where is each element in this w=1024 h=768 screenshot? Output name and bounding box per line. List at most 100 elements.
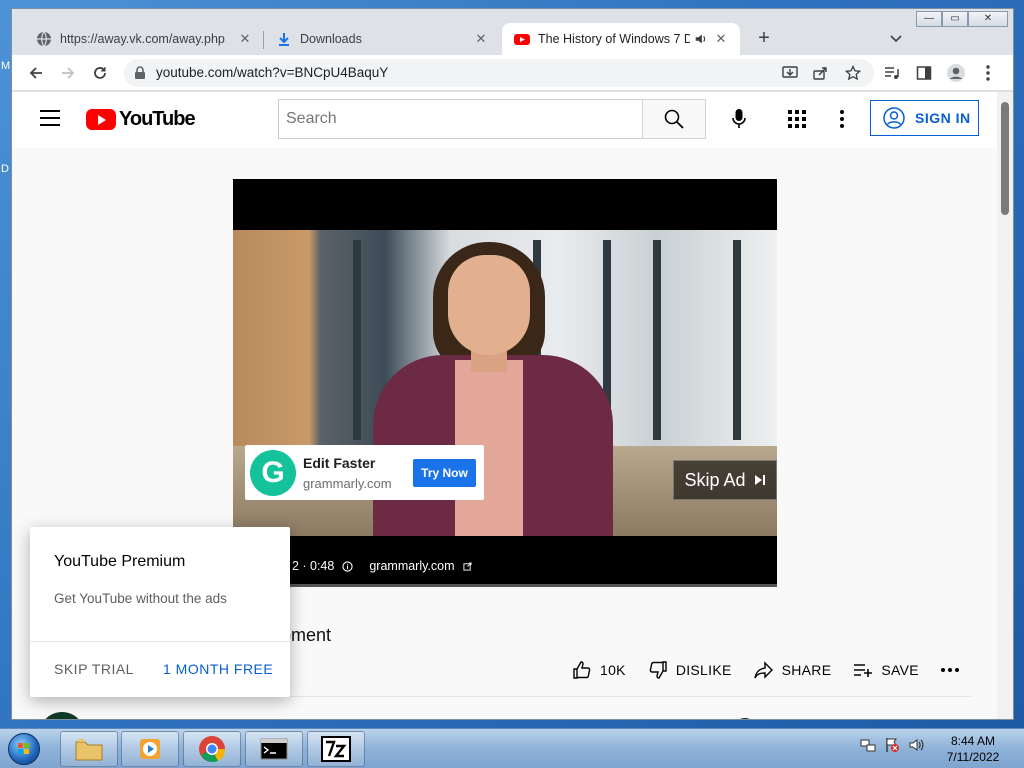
like-count: 10K <box>600 662 626 678</box>
video-player[interactable]: G Edit Faster grammarly.com Try Now Skip… <box>233 179 777 587</box>
close-window-button[interactable]: ✕ <box>968 11 1008 27</box>
volume-icon[interactable] <box>908 737 924 753</box>
tab-title: https://away.vk.com/away.php <box>60 32 225 46</box>
search-button[interactable] <box>642 99 706 139</box>
media-control-button[interactable] <box>880 61 904 85</box>
playlist-icon <box>885 67 899 79</box>
desktop-icon-label[interactable]: M <box>1 60 10 72</box>
share-button[interactable]: SHARE <box>753 660 832 680</box>
media-player-icon <box>140 739 160 759</box>
logo-text: YouTube <box>119 108 196 130</box>
desktop-icon-label[interactable]: D <box>1 163 9 175</box>
tab-youtube[interactable]: The History of Windows 7 Development ✕ <box>502 23 740 55</box>
side-panel-button[interactable] <box>912 61 936 85</box>
settings-menu-button[interactable] <box>830 104 854 134</box>
avatar-icon <box>947 64 965 82</box>
chevron-down-icon[interactable] <box>884 25 908 53</box>
taskbar-7zip[interactable] <box>307 731 365 767</box>
skip-next-icon <box>754 475 765 485</box>
page-scrollbar[interactable] <box>997 92 1013 719</box>
share-page-button[interactable] <box>808 61 832 85</box>
account-icon <box>883 107 905 129</box>
save-button[interactable]: SAVE <box>853 660 919 680</box>
maximize-button[interactable]: ▭ <box>942 11 968 27</box>
install-app-button[interactable] <box>778 61 802 85</box>
info-icon[interactable] <box>342 560 353 572</box>
like-button[interactable]: 10K <box>572 660 626 680</box>
share-label: SHARE <box>781 662 832 678</box>
more-actions-button[interactable] <box>940 668 959 672</box>
youtube-icon <box>86 109 116 130</box>
speaker-icon[interactable] <box>694 32 708 46</box>
reload-button[interactable] <box>88 61 112 85</box>
premium-text: Get YouTube without the ads <box>54 591 227 606</box>
lock-icon[interactable] <box>134 66 146 80</box>
network-icon[interactable] <box>860 737 876 753</box>
taskbar-media-player[interactable] <box>121 731 179 767</box>
menu-icon[interactable] <box>40 110 60 126</box>
search-input[interactable]: Search <box>278 99 643 139</box>
action-center-icon[interactable] <box>884 737 900 753</box>
channel-avatar[interactable] <box>39 712 85 719</box>
taskbar-cmd[interactable] <box>245 731 303 767</box>
close-icon[interactable]: ✕ <box>236 31 254 47</box>
reload-icon <box>94 67 106 79</box>
avatar[interactable] <box>732 718 758 719</box>
kebab-icon <box>986 65 990 81</box>
new-tab-button[interactable]: + <box>750 25 778 53</box>
taskbar-chrome[interactable] <box>183 731 241 767</box>
skip-ad-button[interactable]: Skip Ad <box>673 460 777 500</box>
voice-search-button[interactable] <box>722 102 756 136</box>
close-icon[interactable]: ✕ <box>472 31 490 47</box>
archive-icon <box>321 736 351 762</box>
system-clock[interactable]: 8:44 AM 7/11/2022 <box>940 733 1006 765</box>
share-icon <box>813 67 827 80</box>
scrollbar-thumb[interactable] <box>1001 102 1009 215</box>
sign-in-button[interactable]: SIGN IN <box>870 100 979 136</box>
profile-button[interactable] <box>944 61 968 85</box>
try-now-button[interactable]: Try Now <box>413 459 476 487</box>
ad-title: Edit Faster <box>303 455 376 471</box>
address-bar[interactable]: youtube.com/watch?v=BNCpU4BaquY <box>124 59 874 87</box>
start-button[interactable] <box>4 731 44 767</box>
ad-link[interactable]: grammarly.com <box>369 559 454 573</box>
forward-button[interactable] <box>56 61 80 85</box>
tab-title: Downloads <box>300 32 362 46</box>
youtube-icon <box>514 34 530 45</box>
install-icon <box>782 66 798 78</box>
taskbar: 8:44 AM 7/11/2022 <box>0 728 1024 768</box>
back-button[interactable] <box>24 61 48 85</box>
tab-title: The History of Windows 7 Development <box>538 32 690 46</box>
tab-downloads[interactable]: Downloads ✕ <box>264 23 500 55</box>
tab-strip: https://away.vk.com/away.php ✕ Downloads… <box>12 9 1013 55</box>
playlist-add-icon <box>854 664 873 677</box>
more-horizontal-icon <box>940 668 959 672</box>
video-actions: 10K DISLIKE SHARE SAVE <box>572 658 981 682</box>
ad-domain: grammarly.com <box>303 476 392 491</box>
folder-icon <box>75 739 103 761</box>
side-panel-icon <box>916 66 932 80</box>
chrome-icon <box>199 736 226 763</box>
premium-title: YouTube Premium <box>54 553 186 570</box>
star-icon <box>845 65 861 81</box>
terminal-icon <box>260 738 288 760</box>
dislike-button[interactable]: DISLIKE <box>648 660 732 680</box>
close-icon[interactable]: ✕ <box>712 31 730 47</box>
youtube-logo[interactable]: YouTube <box>86 108 196 131</box>
ad-info: f 2 · 0:48 grammarly.com <box>285 559 472 573</box>
taskbar-explorer[interactable] <box>60 731 118 767</box>
month-free-button[interactable]: 1 MONTH FREE <box>163 661 273 677</box>
tab-vk[interactable]: https://away.vk.com/away.php ✕ <box>24 23 264 55</box>
bookmark-button[interactable] <box>841 61 865 85</box>
clock-time: 8:44 AM <box>950 734 996 748</box>
browser-menu-button[interactable] <box>976 61 1000 85</box>
ad-progress-bar[interactable] <box>233 584 777 587</box>
ad-overlay-card[interactable]: G Edit Faster grammarly.com Try Now <box>245 445 484 500</box>
subscribe-button[interactable] <box>860 719 970 720</box>
grammarly-logo: G <box>250 450 296 496</box>
apps-button[interactable] <box>782 104 812 134</box>
arrow-left-icon <box>29 67 42 79</box>
url-text: youtube.com/watch?v=BNCpU4BaquY <box>156 65 389 80</box>
minimize-button[interactable]: — <box>916 11 942 27</box>
skip-trial-button[interactable]: SKIP TRIAL <box>54 661 134 677</box>
